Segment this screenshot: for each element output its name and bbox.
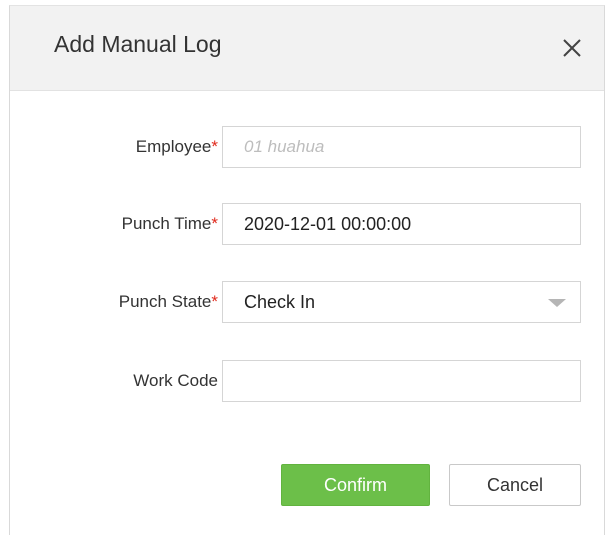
required-mark: *: [211, 292, 218, 311]
close-icon[interactable]: [560, 36, 584, 60]
punch-state-label: Punch State*: [118, 292, 218, 311]
work-code-row: Work Code: [10, 360, 604, 402]
employee-row: Employee*: [10, 126, 604, 168]
punch-time-input[interactable]: [223, 204, 580, 244]
required-mark: *: [211, 137, 218, 156]
required-mark: *: [211, 214, 218, 233]
punch-state-row: Punch State* Check In: [10, 281, 604, 323]
employee-label: Employee*: [135, 137, 218, 156]
punch-time-row: Punch Time*: [10, 203, 604, 245]
punch-state-select[interactable]: Check In: [222, 281, 581, 323]
dialog-header: Add Manual Log: [10, 6, 604, 91]
chevron-down-icon[interactable]: [548, 299, 566, 307]
punch-state-value: Check In: [244, 292, 316, 312]
confirm-button[interactable]: Confirm: [281, 464, 430, 506]
punch-time-field[interactable]: [222, 203, 581, 245]
employee-field[interactable]: [222, 126, 581, 168]
work-code-input[interactable]: [223, 361, 580, 401]
cancel-button[interactable]: Cancel: [449, 464, 581, 506]
employee-input[interactable]: [223, 127, 580, 167]
work-code-field[interactable]: [222, 360, 581, 402]
add-manual-log-dialog: Add Manual Log Employee* Punch Time* Pun…: [9, 5, 605, 535]
work-code-label: Work Code: [133, 371, 218, 390]
dialog-title: Add Manual Log: [54, 31, 222, 57]
punch-time-label: Punch Time*: [121, 214, 218, 233]
